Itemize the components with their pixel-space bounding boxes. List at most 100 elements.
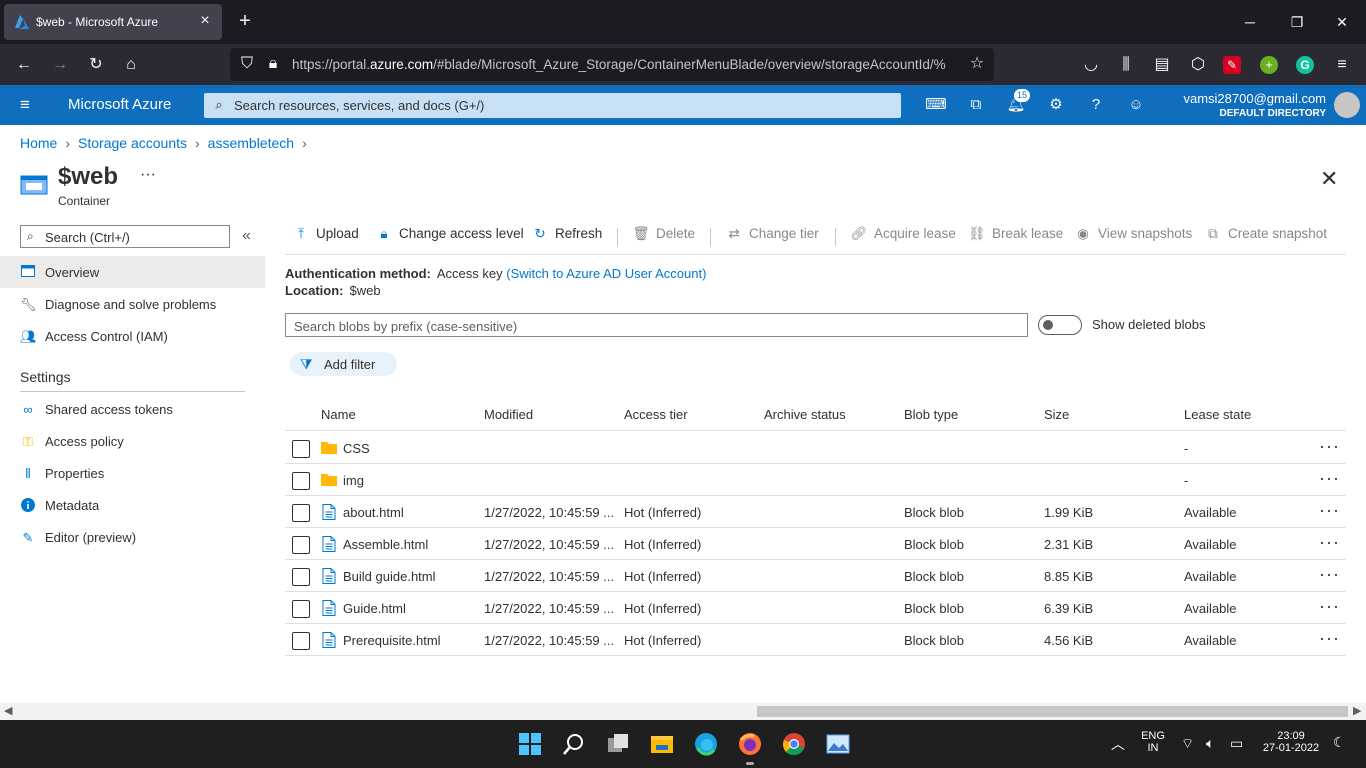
- refresh-button[interactable]: ↻ Refresh: [531, 226, 602, 246]
- help-icon[interactable]: ?: [1085, 94, 1107, 116]
- bookmark-star-icon[interactable]: ☆: [966, 53, 988, 75]
- global-search-input[interactable]: ⌕ Search resources, services, and docs (…: [204, 93, 901, 118]
- restore-icon[interactable]: ❐: [1287, 12, 1307, 32]
- browser-tab[interactable]: $web - Microsoft Azure ×: [4, 4, 222, 40]
- column-header-blob-type[interactable]: Blob type: [904, 407, 958, 422]
- column-header-name[interactable]: Name: [321, 407, 356, 422]
- sidebar-search-input[interactable]: ⌕ Search (Ctrl+/): [20, 225, 230, 248]
- column-header-lease-state[interactable]: Lease state: [1184, 407, 1251, 422]
- table-row[interactable]: Assemble.html 1/27/2022, 10:45:59 ... Hot …: [285, 528, 1346, 560]
- chrome-icon[interactable]: [782, 732, 806, 756]
- row-more-options-icon[interactable]: ···: [1319, 500, 1340, 521]
- change-tier-button[interactable]: ⇄ Change tier: [725, 226, 818, 246]
- breadcrumb-storage-accounts[interactable]: Storage accounts: [78, 135, 187, 151]
- row-checkbox[interactable]: [292, 600, 310, 618]
- new-tab-icon[interactable]: +: [234, 10, 256, 32]
- hamburger-icon[interactable]: ≡: [14, 94, 36, 116]
- breadcrumb-home[interactable]: Home: [20, 135, 57, 151]
- file-explorer-icon[interactable]: [650, 732, 674, 756]
- row-checkbox[interactable]: [292, 504, 310, 522]
- column-header-access-tier[interactable]: Access tier: [624, 407, 688, 422]
- upload-button[interactable]: ⤒ Upload: [292, 226, 359, 246]
- row-checkbox[interactable]: [292, 536, 310, 554]
- extension-green-icon[interactable]: +: [1260, 56, 1278, 74]
- forward-icon[interactable]: →: [49, 54, 71, 76]
- wifi-icon[interactable]: ⌔: [1181, 735, 1194, 753]
- table-row[interactable]: CSS - ···: [285, 432, 1346, 464]
- volume-icon[interactable]: 🔈︎: [1206, 735, 1214, 752]
- row-more-options-icon[interactable]: ···: [1319, 436, 1340, 457]
- column-header-size[interactable]: Size: [1044, 407, 1069, 422]
- home-icon[interactable]: ⌂: [120, 54, 142, 76]
- sidebar-item-iam[interactable]: 👥︎ Access Control (IAM): [0, 320, 265, 352]
- sidebar-item-editor[interactable]: ✎ Editor (preview): [0, 521, 265, 553]
- avatar[interactable]: [1334, 92, 1360, 118]
- feedback-icon[interactable]: ☺: [1125, 94, 1147, 116]
- notifications-icon[interactable]: 🔔︎ 15: [1005, 89, 1030, 116]
- scroll-left-icon[interactable]: ◀: [4, 704, 12, 717]
- table-row[interactable]: Build guide.html 1/27/2022, 10:45:59 ... H…: [285, 560, 1346, 592]
- more-options-icon[interactable]: ···: [140, 166, 156, 184]
- table-row[interactable]: img - ···: [285, 464, 1346, 496]
- collapse-sidebar-icon[interactable]: «: [242, 227, 251, 245]
- blob-name[interactable]: Prerequisite.html: [343, 633, 441, 648]
- clock[interactable]: 23:09 27-01-2022: [1258, 730, 1324, 754]
- table-row[interactable]: about.html 1/27/2022, 10:45:59 ... Hot (In…: [285, 496, 1346, 528]
- show-deleted-toggle[interactable]: [1038, 315, 1082, 335]
- row-checkbox[interactable]: [292, 472, 310, 490]
- row-more-options-icon[interactable]: ···: [1319, 468, 1340, 489]
- create-snapshot-button[interactable]: ⧉ Create snapshot: [1204, 226, 1327, 246]
- reload-icon[interactable]: ↻: [85, 54, 107, 76]
- windows-start-icon[interactable]: [518, 732, 542, 756]
- switch-auth-link[interactable]: (Switch to Azure AD User Account): [506, 266, 706, 281]
- minimize-icon[interactable]: ─: [1240, 12, 1260, 32]
- url-bar[interactable]: ⛉ 🔒︎ https://portal.azure.com/#blade/Mic…: [230, 48, 994, 81]
- lock-icon[interactable]: 🔒︎: [262, 53, 284, 75]
- shield-icon[interactable]: ⛉: [236, 53, 258, 75]
- column-header-modified[interactable]: Modified: [484, 407, 533, 422]
- row-more-options-icon[interactable]: ···: [1319, 628, 1340, 649]
- row-checkbox[interactable]: [292, 440, 310, 458]
- cloud-shell-icon[interactable]: ⌨: [925, 94, 947, 116]
- row-checkbox[interactable]: [292, 568, 310, 586]
- blob-name[interactable]: img: [343, 473, 364, 488]
- extension-red-icon[interactable]: ✎: [1223, 56, 1241, 74]
- window-close-icon[interactable]: ✕: [1332, 12, 1352, 32]
- breadcrumb-assembletech[interactable]: assembletech: [208, 135, 294, 151]
- pocket-icon[interactable]: ◡: [1080, 54, 1102, 76]
- table-row[interactable]: Prerequisite.html 1/27/2022, 10:45:59 ...…: [285, 624, 1346, 656]
- blob-name[interactable]: Assemble.html: [343, 537, 428, 552]
- tray-chevron-up-icon[interactable]: ︿: [1111, 734, 1125, 754]
- sidebar-icon[interactable]: ▤: [1151, 54, 1173, 76]
- sidebar-item-diagnose[interactable]: 🔧︎ Diagnose and solve problems: [0, 288, 265, 320]
- sidebar-item-access-policy[interactable]: ⚿ Access policy: [0, 425, 265, 457]
- sidebar-item-shared-access-tokens[interactable]: ∞ Shared access tokens: [0, 393, 265, 425]
- scrollbar-thumb[interactable]: [757, 706, 1348, 717]
- menu-icon[interactable]: ≡: [1331, 54, 1353, 76]
- azure-brand[interactable]: Microsoft Azure: [68, 96, 171, 113]
- view-snapshots-button[interactable]: ◉ View snapshots: [1074, 226, 1192, 246]
- battery-icon[interactable]: ▭: [1230, 735, 1243, 752]
- scroll-right-icon[interactable]: ▶: [1353, 704, 1361, 717]
- url-text[interactable]: https://portal.azure.com/#blade/Microsof…: [292, 57, 972, 72]
- row-checkbox[interactable]: [292, 632, 310, 650]
- sidebar-item-metadata[interactable]: Metadata: [0, 489, 265, 521]
- directory-filter-icon[interactable]: ⧉: [965, 94, 987, 116]
- table-row[interactable]: Guide.html 1/27/2022, 10:45:59 ... Hot (In…: [285, 592, 1346, 624]
- sidebar-item-properties[interactable]: ⦀ Properties: [0, 457, 265, 489]
- blob-name[interactable]: CSS: [343, 441, 370, 456]
- sidebar-item-overview[interactable]: Overview: [0, 256, 265, 288]
- tab-close-icon[interactable]: ×: [196, 12, 214, 30]
- close-blade-icon[interactable]: ✕: [1320, 166, 1338, 192]
- row-more-options-icon[interactable]: ···: [1319, 596, 1340, 617]
- row-more-options-icon[interactable]: ···: [1319, 564, 1340, 585]
- row-more-options-icon[interactable]: ···: [1319, 532, 1340, 553]
- delete-button[interactable]: 🗑︎ Delete: [632, 226, 695, 246]
- firefox-icon[interactable]: [738, 732, 762, 756]
- blob-search-input[interactable]: Search blobs by prefix (case-sensitive): [285, 313, 1028, 337]
- grammarly-icon[interactable]: G: [1296, 56, 1314, 74]
- horizontal-scrollbar[interactable]: ◀ ▶: [0, 703, 1366, 720]
- settings-gear-icon[interactable]: ⚙: [1045, 94, 1067, 116]
- library-icon[interactable]: ⫼: [1115, 54, 1137, 76]
- account-info[interactable]: vamsi28700@gmail.com DEFAULT DIRECTORY: [1183, 91, 1326, 119]
